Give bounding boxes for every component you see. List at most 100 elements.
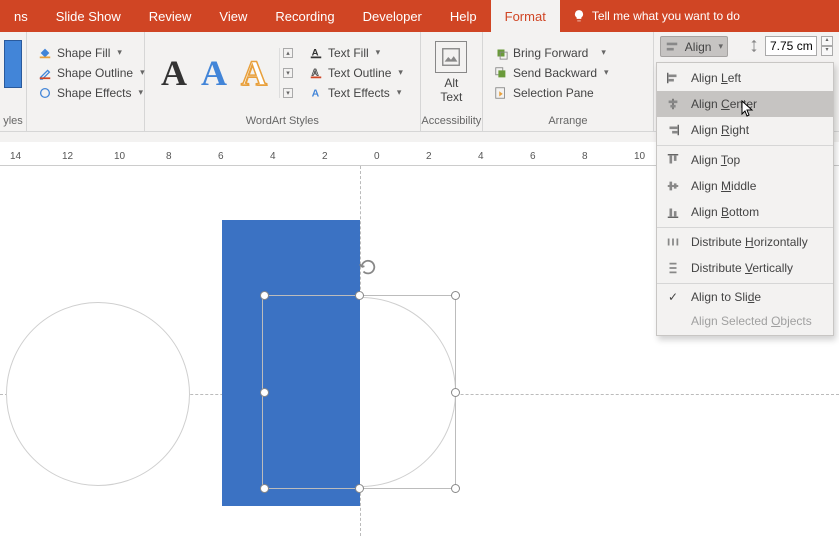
handle-w[interactable] — [260, 388, 269, 397]
ruler-tick: 8 — [582, 151, 588, 162]
align-top-icon — [665, 152, 681, 168]
handle-se[interactable] — [451, 484, 460, 493]
height-input[interactable] — [765, 36, 817, 56]
wordart-gallery[interactable]: A A A — [151, 55, 277, 91]
tell-me-search[interactable]: Tell me what you want to do — [560, 0, 752, 32]
rotation-handle[interactable] — [359, 258, 379, 278]
chevron-up-icon[interactable]: ▴ — [283, 48, 293, 58]
shape-height-control[interactable]: ▴ ▾ — [746, 36, 833, 56]
text-outline-button[interactable]: A Text Outline▾ — [304, 63, 407, 82]
tab-slideshow[interactable]: Slide Show — [42, 0, 135, 32]
alt-text-label-1: Alt — [440, 77, 462, 90]
align-label: Align — [685, 40, 712, 54]
chevron-down-icon[interactable]: ▾ — [283, 68, 293, 78]
handle-s[interactable] — [355, 484, 364, 493]
bucket-icon — [37, 45, 52, 60]
ruler-tick: 10 — [634, 151, 645, 162]
ruler-tick: 6 — [218, 151, 224, 162]
ruler-tick: 4 — [270, 151, 276, 162]
group-thumbnail-partial: yles — [0, 32, 27, 131]
bring-forward-split[interactable]: ▾ — [601, 47, 606, 58]
height-icon — [746, 39, 761, 54]
tab-format[interactable]: Format — [491, 0, 560, 32]
wordart-preset-3[interactable]: A — [241, 55, 267, 91]
height-spin-up[interactable]: ▴ — [821, 36, 833, 46]
wordart-preset-2[interactable]: A — [201, 55, 227, 91]
menu-align-to-slide[interactable]: ✓ Align to Slide — [657, 283, 833, 309]
send-backward-split[interactable]: ▾ — [604, 67, 609, 78]
menu-align-top[interactable]: Align Top — [657, 145, 833, 173]
distribute-h-icon — [665, 234, 681, 250]
text-outline-icon: A — [308, 65, 323, 80]
handle-nw[interactable] — [260, 291, 269, 300]
group-label-accessibility: Accessibility — [421, 113, 482, 131]
group-arrange: Bring Forward ▾ Send Backward ▾ Selectio… — [483, 32, 654, 131]
text-fill-icon: A — [308, 45, 323, 60]
shape-fill-button[interactable]: Shape Fill▾ — [33, 43, 149, 62]
alt-text-label-2: Text — [440, 91, 462, 104]
ruler-tick: 0 — [374, 151, 380, 162]
pencil-icon — [37, 65, 52, 80]
tab-help[interactable]: Help — [436, 0, 491, 32]
shape-circle-1[interactable] — [6, 302, 190, 486]
alt-text-button[interactable]: Alt Text — [427, 37, 475, 107]
distribute-v-icon — [665, 260, 681, 276]
align-button[interactable]: Align▾ — [660, 36, 728, 57]
shape-outline-button[interactable]: Shape Outline▾ — [33, 63, 149, 82]
ruler-tick: 4 — [478, 151, 484, 162]
text-effects-icon: A — [308, 85, 323, 100]
bring-forward-button[interactable]: Bring Forward ▾ — [489, 43, 613, 62]
ruler-tick: 14 — [10, 151, 21, 162]
tab-review[interactable]: Review — [135, 0, 206, 32]
menu-align-left[interactable]: Align Left — [657, 65, 833, 91]
handle-n[interactable] — [355, 291, 364, 300]
send-backward-label: Send Backward — [513, 66, 597, 80]
handle-e[interactable] — [451, 388, 460, 397]
height-spin-down[interactable]: ▾ — [821, 46, 833, 56]
wordart-gallery-spinner[interactable]: ▴ ▾ ▾ — [279, 48, 296, 98]
handle-ne[interactable] — [451, 291, 460, 300]
wordart-preset-1[interactable]: A — [161, 55, 187, 91]
group-accessibility: Alt Text Accessibility — [421, 32, 483, 131]
menu-align-bottom[interactable]: Align Bottom — [657, 199, 833, 225]
ruler-tick: 2 — [322, 151, 328, 162]
shape-style-thumb[interactable] — [4, 40, 22, 88]
selection-pane-label: Selection Pane — [513, 86, 594, 100]
tell-me-label: Tell me what you want to do — [592, 9, 740, 23]
menu-align-middle[interactable]: Align Middle — [657, 173, 833, 199]
bulb-icon — [572, 9, 586, 23]
group-label-wordart: WordArt Styles — [145, 113, 420, 131]
shape-effects-button[interactable]: Shape Effects▾ — [33, 83, 149, 102]
tab-developer[interactable]: Developer — [349, 0, 436, 32]
ruler-tick: 6 — [530, 151, 536, 162]
text-fill-label: Text Fill — [328, 46, 369, 60]
align-left-icon — [665, 70, 681, 86]
tab-view[interactable]: View — [205, 0, 261, 32]
menu-align-selected: Align Selected Objects — [657, 309, 833, 333]
menu-align-right[interactable]: Align Right — [657, 117, 833, 143]
menu-distribute-horizontal[interactable]: Distribute Horizontally — [657, 227, 833, 255]
text-fill-button[interactable]: A Text Fill▾ — [304, 43, 407, 62]
expand-gallery-icon[interactable]: ▾ — [283, 88, 293, 98]
selection-pane-button[interactable]: Selection Pane — [489, 83, 613, 102]
align-center-icon — [665, 96, 681, 112]
bring-forward-label: Bring Forward — [513, 46, 588, 60]
tab-partial[interactable]: ns — [0, 0, 42, 32]
align-bottom-icon — [665, 204, 681, 220]
group-wordart-styles: A A A ▴ ▾ ▾ A Text Fill▾ A Text Outline▾ — [145, 32, 421, 131]
selection-box — [262, 295, 456, 489]
ruler-tick: 8 — [166, 151, 172, 162]
text-effects-button[interactable]: A Text Effects▾ — [304, 83, 407, 102]
shape-fill-label: Shape Fill — [57, 46, 110, 60]
send-backward-button[interactable]: Send Backward ▾ — [489, 63, 613, 82]
ruler-tick: 2 — [426, 151, 432, 162]
shape-effects-label: Shape Effects — [57, 86, 132, 100]
align-middle-icon — [665, 178, 681, 194]
tab-recording[interactable]: Recording — [261, 0, 348, 32]
alt-text-icon — [435, 41, 467, 73]
handle-sw[interactable] — [260, 484, 269, 493]
menu-distribute-vertical[interactable]: Distribute Vertically — [657, 255, 833, 281]
check-icon: ✓ — [665, 290, 681, 304]
svg-text:A: A — [311, 87, 319, 99]
align-icon — [665, 39, 680, 54]
